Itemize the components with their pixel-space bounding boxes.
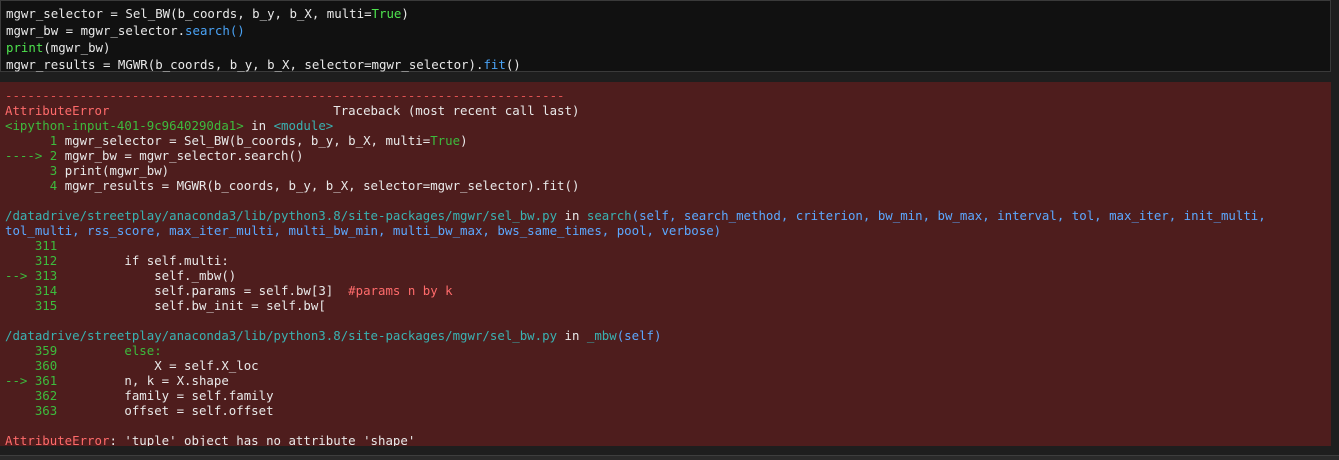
builtin-print: print <box>6 40 44 55</box>
line-marker: 360 <box>5 358 65 373</box>
code-text: self._mbw() <box>64 268 237 283</box>
code-text: offset = self.offset <box>64 403 274 418</box>
traceback-code-line: 314 self.params = self.bw[3] #params n b… <box>5 283 1331 298</box>
current-line-arrow: --> 313 <box>5 268 65 283</box>
error-message: : 'tuple' object has no attribute 'shape… <box>109 433 416 446</box>
module-name: <module> <box>273 118 334 133</box>
code-text: n, k = X.shape <box>64 373 229 388</box>
ipython-input-ref: <ipython-input-401-9c9640290da1> <box>5 118 244 133</box>
code-text: X = self.X_loc <box>64 358 259 373</box>
code-text: () <box>229 23 245 38</box>
traceback-header: AttributeError Traceback (most recent ca… <box>5 103 1331 118</box>
traceback-code-line: 315 self.bw_init = self.bw[ <box>5 298 1331 313</box>
code-input-cell[interactable]: mgwr_selector = Sel_BW(b_coords, b_y, b_… <box>0 0 1331 72</box>
frame-header: <ipython-input-401-9c9640290da1> in <mod… <box>5 118 1331 133</box>
code-text: self.params = self.bw[3] <box>64 283 349 298</box>
code-text: mgwr_selector = Sel_BW(b_coords, b_y, b_… <box>6 6 372 21</box>
code-text: family = self.family <box>64 388 274 403</box>
traceback-code-line: 311 <box>5 238 1331 253</box>
in-text: in <box>557 328 587 343</box>
keyword-true: True <box>430 133 461 148</box>
in-text: in <box>243 118 274 133</box>
line-marker: 4 <box>5 178 65 193</box>
traceback-code-line: 1 mgwr_selector = Sel_BW(b_coords, b_y, … <box>5 133 1331 148</box>
code-line: mgwr_bw = mgwr_selector.search() <box>6 22 1330 39</box>
traceback-code-line: 3 print(mgwr_bw) <box>5 163 1331 178</box>
next-cell-edge <box>0 455 1339 460</box>
line-marker: 1 <box>5 133 65 148</box>
function-args: (self) <box>616 328 662 343</box>
function-name: _mbw <box>586 328 617 343</box>
code-text: () <box>505 57 521 72</box>
error-type: AttributeError <box>5 103 110 118</box>
traceback-code-line: 4 mgwr_results = MGWR(b_coords, b_y, b_X… <box>5 178 1331 193</box>
code-text: mgwr_selector = Sel_BW(b_coords, b_y, b_… <box>64 133 431 148</box>
traceback-title: Traceback (most recent call last) <box>333 103 580 118</box>
current-line-arrow: --> 361 <box>5 373 65 388</box>
code-text: mgwr_results = MGWR(b_coords, b_y, b_X, … <box>64 178 580 193</box>
code-text: if self.multi: <box>64 253 229 268</box>
traceback-code-line-current: --> 313 self._mbw() <box>5 268 1331 283</box>
code-text: mgwr_bw = mgwr_selector.search() <box>64 148 304 163</box>
line-marker: 315 <box>5 298 65 313</box>
line-marker: 362 <box>5 388 65 403</box>
traceback-code-line: 312 if self.multi: <box>5 253 1331 268</box>
in-text: in <box>557 208 587 223</box>
file-path: /datadrive/streetplay/anaconda3/lib/pyth… <box>5 328 558 343</box>
traceback-code-line: 363 offset = self.offset <box>5 403 1331 418</box>
code-line: mgwr_selector = Sel_BW(b_coords, b_y, b_… <box>6 5 1330 22</box>
code-text: self.bw_init = self.bw[ <box>64 298 326 313</box>
function-args: (self, search_method, criterion, bw_min,… <box>631 208 1266 223</box>
method-name: search <box>185 23 230 38</box>
method-name: fit <box>483 57 506 72</box>
error-output: ----------------------------------------… <box>0 82 1331 446</box>
code-text: print(mgwr_bw) <box>64 163 170 178</box>
code-text: (mgwr_bw) <box>43 40 111 55</box>
traceback-code-line-current: ----> 2 mgwr_bw = mgwr_selector.search() <box>5 148 1331 163</box>
line-marker: 311 <box>5 238 65 253</box>
error-type: AttributeError <box>5 433 110 446</box>
code-comment: #params n by k <box>348 283 453 298</box>
line-marker: 314 <box>5 283 65 298</box>
code-line: mgwr_results = MGWR(b_coords, b_y, b_X, … <box>6 56 1330 73</box>
code-text: else: <box>64 343 162 358</box>
function-args-continued: tol_multi, rss_score, max_iter_multi, mu… <box>5 223 722 238</box>
frame-header: /datadrive/streetplay/anaconda3/lib/pyth… <box>5 208 1331 223</box>
code-text: mgwr_results = MGWR(b_coords, b_y, b_X, … <box>6 57 484 72</box>
code-text: mgwr_bw = mgwr_selector. <box>6 23 186 38</box>
line-marker: 363 <box>5 403 65 418</box>
code-text: ) <box>460 133 468 148</box>
function-name: search <box>586 208 632 223</box>
traceback-code-line: 359 else: <box>5 343 1331 358</box>
traceback-code-line: 360 X = self.X_loc <box>5 358 1331 373</box>
traceback-code-line-current: --> 361 n, k = X.shape <box>5 373 1331 388</box>
code-text: ) <box>401 6 409 21</box>
file-path: /datadrive/streetplay/anaconda3/lib/pyth… <box>5 208 558 223</box>
line-marker: 312 <box>5 253 65 268</box>
current-line-arrow: ----> 2 <box>5 148 65 163</box>
final-error-line: AttributeError: 'tuple' object has no at… <box>5 433 1331 446</box>
code-line: print(mgwr_bw) <box>6 39 1330 56</box>
traceback-code-line: 362 family = self.family <box>5 388 1331 403</box>
line-marker: 3 <box>5 163 65 178</box>
frame-header: /datadrive/streetplay/anaconda3/lib/pyth… <box>5 328 1331 343</box>
keyword-true: True <box>371 6 402 21</box>
traceback-separator: ----------------------------------------… <box>5 88 565 103</box>
line-marker: 359 <box>5 343 65 358</box>
